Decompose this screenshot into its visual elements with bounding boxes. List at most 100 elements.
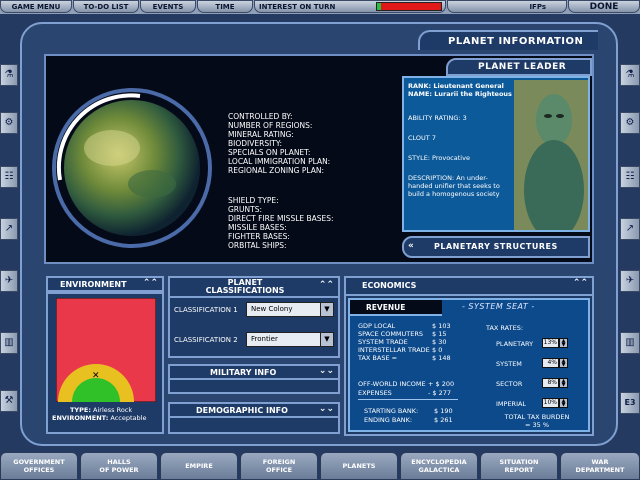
expand-chevron-icon[interactable]: ⌄⌄ bbox=[319, 366, 334, 376]
planetary-tax-input[interactable]: 13% bbox=[542, 338, 559, 348]
dropdown-arrow-icon[interactable]: ▼ bbox=[320, 303, 333, 316]
ifps-button[interactable]: IFPs bbox=[447, 0, 567, 13]
done-button[interactable]: DONE bbox=[568, 0, 640, 13]
economics-header: ECONOMICS ⌃⌃ bbox=[346, 278, 592, 296]
interstellar-label: INTERSTELLAR TRADE bbox=[358, 346, 430, 354]
leader-name: NAME: Lurarii the Righteous bbox=[408, 90, 512, 98]
classifications-title-2: CLASSIFICATIONS bbox=[205, 286, 285, 295]
taxbase-label: TAX BASE = bbox=[358, 354, 398, 362]
planet-leader-tab: PLANET LEADER bbox=[446, 58, 592, 76]
classification-1-label: CLASSIFICATION 1 bbox=[174, 306, 238, 314]
revenue-tab[interactable]: REVENUE bbox=[350, 300, 442, 316]
tab-halls-of-power[interactable]: HALLS OF POWER bbox=[80, 452, 158, 480]
fleet-side-button[interactable]: ✈ bbox=[0, 270, 18, 292]
tab-encyclopedia-galactica[interactable]: ENCYCLOPEDIA GALACTICA bbox=[400, 452, 478, 480]
right-side-button-3[interactable]: ☷ bbox=[620, 166, 640, 188]
right-side-button-5[interactable]: ✈ bbox=[620, 270, 640, 292]
gdp-value: $ 103 bbox=[432, 322, 451, 330]
regions-label: NUMBER OF REGIONS: bbox=[228, 121, 313, 130]
trend-icon: ↗ bbox=[4, 223, 14, 234]
time-button[interactable]: TIME bbox=[197, 0, 253, 13]
mineral-label: MINERAL RATING: bbox=[228, 130, 294, 139]
env-environment-value: Acceptable bbox=[110, 414, 147, 422]
trend-side-button[interactable]: ↗ bbox=[0, 218, 18, 240]
tab-foreign-office[interactable]: FOREIGN OFFICE bbox=[240, 452, 318, 480]
leader-rank: RANK: Lieutenant General bbox=[408, 82, 504, 90]
events-button[interactable]: EVENTS bbox=[140, 0, 196, 13]
taxbase-value: $ 148 bbox=[432, 354, 451, 362]
leader-ability: ABILITY RATING: 3 bbox=[408, 114, 467, 122]
svg-text:✕: ✕ bbox=[92, 371, 100, 381]
tab-situation-report[interactable]: SITUATION REPORT bbox=[480, 452, 558, 480]
classification-1-select[interactable]: New Colony ▼ bbox=[246, 302, 334, 317]
interest-label: INTEREST ON TURN bbox=[259, 3, 336, 11]
offworld-label: OFF-WORLD INCOME bbox=[358, 380, 426, 388]
tab-empire[interactable]: EMPIRE bbox=[160, 452, 238, 480]
planet-globe bbox=[52, 88, 212, 248]
flask-icon: ⚗ bbox=[4, 69, 14, 80]
defense-stats-labels: SHIELD TYPE: GRUNTS: DIRECT FIRE MISSLE … bbox=[228, 196, 334, 250]
env-type-label: TYPE: bbox=[70, 406, 91, 414]
e3-side-button[interactable]: E3 bbox=[620, 392, 640, 414]
panel-title-tab: PLANET INFORMATION bbox=[418, 30, 598, 50]
right-side-button-1[interactable]: ⚗ bbox=[620, 64, 640, 86]
hierarchy-side-button[interactable]: ☷ bbox=[0, 166, 18, 188]
tab-war-department[interactable]: WAR DEPARTMENT bbox=[560, 452, 640, 480]
tab-government-offices[interactable]: GOVERNMENT OFFICES bbox=[0, 452, 78, 480]
environment-details: TYPE: Airless Rock ENVIRONMENT: Acceptab… bbox=[52, 406, 160, 422]
missile-label: MISSILE BASES: bbox=[228, 223, 287, 232]
ending-bank-label: ENDING BANK: bbox=[364, 416, 413, 424]
expand-chevron-icon[interactable]: ⌄⌄ bbox=[319, 404, 334, 414]
engineering-side-button[interactable]: ⚙ bbox=[0, 112, 18, 134]
military-info-body bbox=[168, 380, 340, 394]
tools-icon: ⚒ bbox=[4, 395, 14, 406]
demographic-info-button[interactable]: DEMOGRAPHIC INFO ⌄⌄ bbox=[168, 402, 340, 418]
science-side-button[interactable]: ⚗ bbox=[0, 64, 18, 86]
building-icon: ▥ bbox=[625, 337, 635, 348]
game-menu-button[interactable]: GAME MENU bbox=[0, 0, 72, 13]
planetary-structures-label: PLANETARY STRUCTURES bbox=[434, 242, 558, 251]
org-chart-icon: ☷ bbox=[4, 171, 14, 182]
right-side-button-6[interactable]: ▥ bbox=[620, 332, 640, 354]
economics-title: ECONOMICS bbox=[362, 281, 417, 290]
environment-header: ENVIRONMENT ⌃⌃ bbox=[46, 276, 164, 292]
environment-panel: ✕ TYPE: Airless Rock ENVIRONMENT: Accept… bbox=[46, 292, 164, 434]
tax-rates-label: TAX RATES: bbox=[486, 324, 524, 332]
dropdown-arrow-icon[interactable]: ▼ bbox=[320, 333, 333, 346]
collapse-chevron-icon[interactable]: ⌃⌃ bbox=[319, 280, 334, 290]
starting-bank-label: STARTING BANK: bbox=[364, 407, 419, 415]
settings-side-button[interactable]: ⚒ bbox=[0, 390, 18, 412]
sector-tax-stepper[interactable]: ▲ ▼ bbox=[559, 378, 568, 388]
commuters-value: $ 15 bbox=[432, 330, 447, 338]
offworld-value: + $ 200 bbox=[428, 380, 455, 388]
tab-planets[interactable]: PLANETS bbox=[320, 452, 398, 480]
specials-label: SPECIALS ON PLANET: bbox=[228, 148, 311, 157]
classification-1-value: New Colony bbox=[251, 305, 293, 313]
system-tax-input[interactable]: 4% bbox=[542, 358, 559, 368]
divider bbox=[358, 399, 458, 400]
demographic-info-body bbox=[168, 418, 340, 434]
environment-title: ENVIRONMENT bbox=[60, 280, 127, 289]
imperial-tax-stepper[interactable]: ▲ ▼ bbox=[559, 398, 568, 408]
economics-body: REVENUE - SYSTEM SEAT - GDP LOCAL SPACE … bbox=[348, 298, 590, 432]
classification-2-select[interactable]: Frontier ▼ bbox=[246, 332, 334, 347]
system-trade-label: SYSTEM TRADE bbox=[358, 338, 408, 346]
structure-side-button[interactable]: ▥ bbox=[0, 332, 18, 354]
biodiversity-label: BIODIVERSITY: bbox=[228, 139, 282, 148]
planet-leader-title: PLANET LEADER bbox=[478, 62, 567, 72]
imperial-tax-input[interactable]: 10% bbox=[542, 398, 559, 408]
military-info-button[interactable]: MILITARY INFO ⌄⌄ bbox=[168, 364, 340, 380]
org-chart-icon: ☷ bbox=[625, 171, 635, 182]
collapse-chevron-icon[interactable]: ⌃⌃ bbox=[143, 278, 158, 288]
planetary-tax-stepper[interactable]: ▲ ▼ bbox=[559, 338, 568, 348]
planetary-structures-button[interactable]: « PLANETARY STRUCTURES bbox=[402, 236, 590, 258]
right-side-button-4[interactable]: ↗ bbox=[620, 218, 640, 240]
collapse-chevron-icon[interactable]: ⌃⌃ bbox=[573, 278, 588, 288]
system-tax-stepper[interactable]: ▲ ▼ bbox=[559, 358, 568, 368]
todo-list-button[interactable]: TO-DO LIST bbox=[73, 0, 139, 13]
revenue-values: $ 103 $ 15 $ 30 $ 0 $ 148 bbox=[432, 322, 451, 362]
interest-progress-bar bbox=[376, 2, 442, 11]
right-side-button-2[interactable]: ⚙ bbox=[620, 112, 640, 134]
sector-tax-input[interactable]: 8% bbox=[542, 378, 559, 388]
ending-bank-value: $ 261 bbox=[434, 416, 453, 424]
